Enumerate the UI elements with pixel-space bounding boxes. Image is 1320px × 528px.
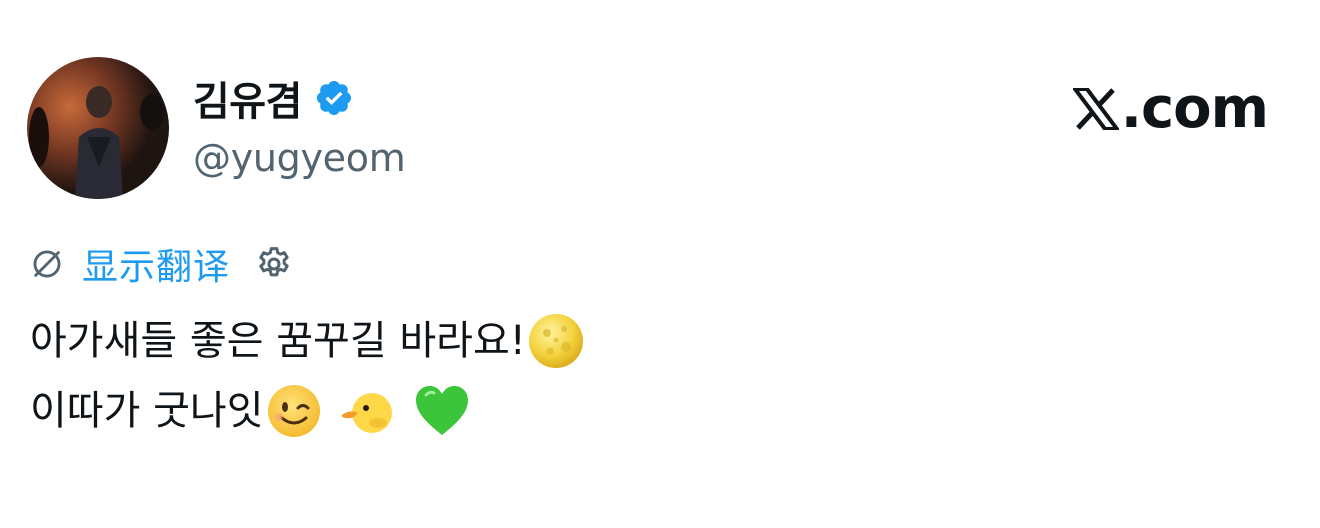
- duck-emoji: [338, 381, 398, 441]
- avatar-photo: [27, 57, 169, 199]
- show-translation-link[interactable]: 显示翻译: [82, 238, 230, 290]
- gear-icon[interactable]: [254, 244, 294, 284]
- green-heart-emoji: [412, 381, 472, 441]
- tweet-line-1-text: 아가새들 좋은 꿈꾸길 바라요!: [30, 318, 526, 364]
- winking-face-emoji: [264, 381, 324, 441]
- avatar[interactable]: [27, 57, 169, 199]
- x-logo-icon: [1072, 87, 1119, 130]
- verified-badge-icon: [316, 80, 351, 116]
- translate-row: 显示翻译: [30, 238, 294, 290]
- author-handle[interactable]: @yugyeom: [193, 136, 406, 180]
- author-name-row: 김유겸: [193, 68, 354, 128]
- site-domain-label: .com: [1120, 76, 1269, 141]
- tweet-line-2-text: 이따가 굿나잇: [30, 388, 264, 434]
- globe-icon: [33, 250, 61, 278]
- author-display-name[interactable]: 김유겸: [193, 69, 302, 127]
- tweet-line-1: 아가새들 좋은 꿈꾸길 바라요!: [30, 306, 586, 376]
- full-moon-face-emoji: [526, 311, 586, 371]
- site-logo: .com: [1072, 76, 1269, 141]
- tweet-text: 아가새들 좋은 꿈꾸길 바라요! 이따가 굿나잇: [30, 306, 586, 446]
- tweet-line-2: 이따가 굿나잇: [30, 376, 586, 446]
